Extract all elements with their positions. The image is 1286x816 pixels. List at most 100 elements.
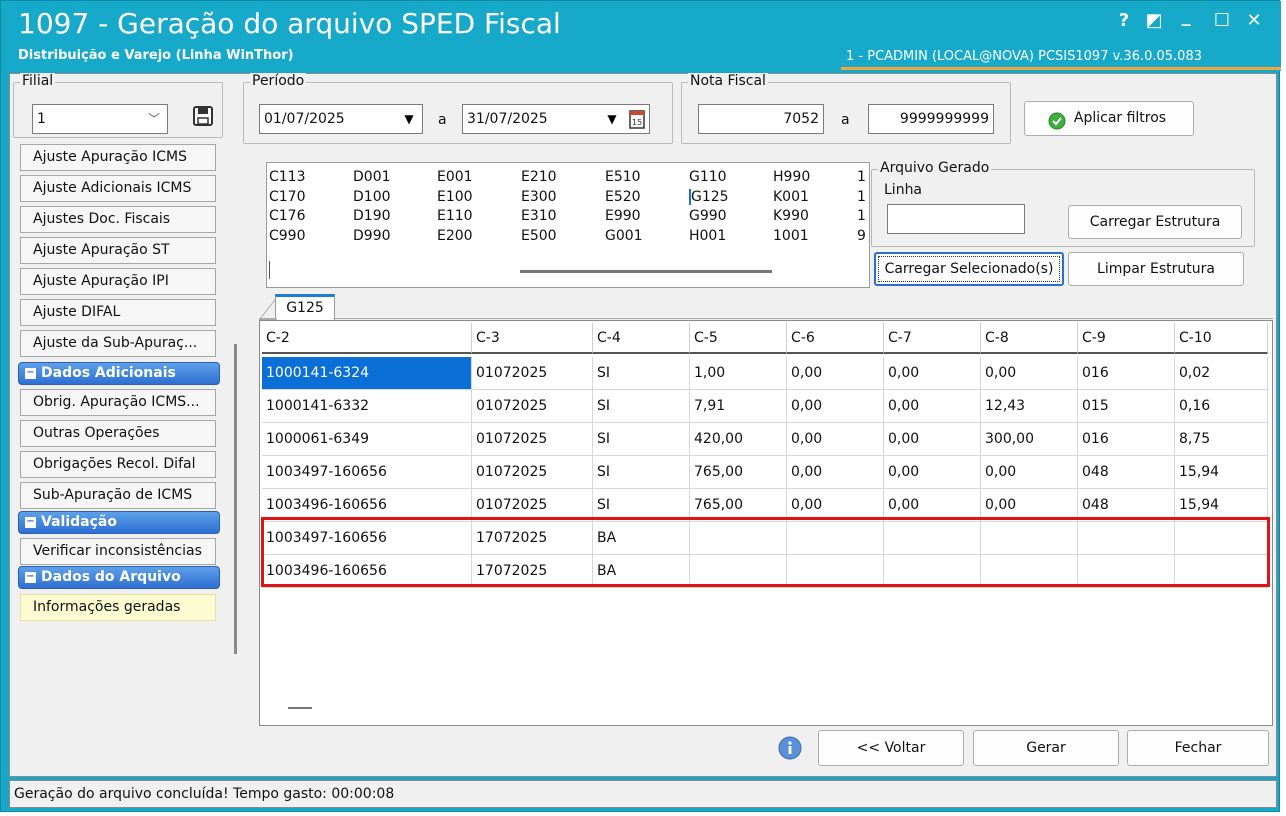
sidebar-item[interactable]: Ajuste DIFAL xyxy=(20,299,216,326)
periodo-to-input[interactable]: 31/07/2025 ▼ 15 xyxy=(462,104,650,134)
register-code[interactable]: C170 xyxy=(269,189,306,205)
dropdown-arrow-icon[interactable]: ▼ xyxy=(601,107,623,131)
register-code[interactable]: 9 xyxy=(857,228,866,244)
register-code[interactable]: C990 xyxy=(269,228,306,244)
register-code[interactable]: E110 xyxy=(437,208,473,224)
grid-cell[interactable]: 0,00 xyxy=(884,423,981,456)
grid-cell[interactable]: SI xyxy=(593,423,690,456)
register-code[interactable]: E510 xyxy=(605,169,641,185)
grid-cell[interactable]: 7,91 xyxy=(690,390,787,423)
grid-cell[interactable]: 0,16 xyxy=(1175,390,1268,423)
register-code[interactable]: E210 xyxy=(521,169,557,185)
register-code[interactable]: C113 xyxy=(269,169,306,185)
grid-cell[interactable]: 0,00 xyxy=(787,357,884,390)
collapse-icon[interactable]: − xyxy=(25,367,36,379)
chevron-down-icon[interactable]: ﹀ xyxy=(143,107,165,131)
collapse-icon[interactable]: − xyxy=(25,516,36,528)
register-code[interactable]: E520 xyxy=(605,189,641,205)
collapse-icon[interactable]: − xyxy=(25,571,36,583)
sidebar-scrollbar[interactable] xyxy=(234,344,237,654)
minimize-icon[interactable]: _ xyxy=(1171,3,1201,31)
info-icon[interactable] xyxy=(778,736,804,762)
register-code[interactable]: H990 xyxy=(773,169,810,185)
register-list[interactable]: C113 C170 C176 C990 D001 D100 D190 D990 E001 E100… xyxy=(266,162,870,288)
register-code[interactable]: K001 xyxy=(773,189,809,205)
grid-cell[interactable]: 12,43 xyxy=(981,390,1078,423)
register-code[interactable]: D990 xyxy=(353,228,391,244)
carregar-estrutura-button[interactable]: Carregar Estrutura xyxy=(1068,205,1242,239)
register-list-scrollbar[interactable] xyxy=(520,270,772,273)
filial-select[interactable]: 1 ﹀ xyxy=(32,104,168,134)
grid-column-header[interactable]: C-3 xyxy=(472,323,593,354)
grid-cell[interactable]: 765,00 xyxy=(690,456,787,489)
register-code[interactable]: E001 xyxy=(437,169,473,185)
grid-cell[interactable]: 016 xyxy=(1078,423,1175,456)
grid-cell[interactable]: 0,02 xyxy=(1175,357,1268,390)
close-icon[interactable]: ✕ xyxy=(1239,7,1269,35)
grid-cell[interactable]: 0,00 xyxy=(787,423,884,456)
periodo-from-input[interactable]: 01/07/2025 ▼ xyxy=(259,104,423,134)
grid-cell[interactable]: 8,75 xyxy=(1175,423,1268,456)
grid-scroll-indicator[interactable] xyxy=(288,707,312,709)
grid-column-header[interactable]: C-7 xyxy=(884,323,981,354)
register-code[interactable]: E990 xyxy=(605,208,641,224)
grid-cell[interactable]: 0,00 xyxy=(981,357,1078,390)
register-code[interactable]: C176 xyxy=(269,208,306,224)
register-code[interactable]: D190 xyxy=(353,208,391,224)
grid-cell[interactable]: 420,00 xyxy=(690,423,787,456)
grid-cell[interactable]: 0,00 xyxy=(787,390,884,423)
sidebar-item[interactable]: Ajuste Apuração IPI xyxy=(20,268,216,295)
section-dados-adicionais[interactable]: − Dados Adicionais xyxy=(18,362,220,385)
register-code[interactable]: G001 xyxy=(605,228,643,244)
sidebar-item[interactable]: Informações geradas xyxy=(20,594,216,621)
grid-column-header[interactable]: C-2 xyxy=(262,323,472,354)
limpar-estrutura-button[interactable]: Limpar Estrutura xyxy=(1068,252,1244,286)
aplicar-filtros-button[interactable]: Aplicar filtros xyxy=(1024,101,1194,136)
register-code[interactable]: E300 xyxy=(521,189,557,205)
register-code[interactable]: 1 xyxy=(857,169,866,185)
grid-cell[interactable]: 016 xyxy=(1078,357,1175,390)
register-code[interactable]: E500 xyxy=(521,228,557,244)
grid-column-header[interactable]: C-6 xyxy=(787,323,884,354)
grid-column-header[interactable]: C-9 xyxy=(1078,323,1175,354)
section-validacao[interactable]: − Validação xyxy=(18,511,220,534)
grid-cell[interactable]: SI xyxy=(593,456,690,489)
grid-column-header[interactable]: C-8 xyxy=(981,323,1078,354)
register-code[interactable]: D001 xyxy=(353,169,391,185)
sidebar-item[interactable]: Ajuste Apuração ST xyxy=(20,237,216,264)
dropdown-arrow-icon[interactable]: ▼ xyxy=(398,107,420,131)
grid-cell[interactable]: 01072025 xyxy=(472,357,593,390)
linha-input[interactable] xyxy=(887,204,1025,234)
register-code[interactable]: 1 xyxy=(857,208,866,224)
grid-cell[interactable]: 1000141-6324 xyxy=(262,357,472,390)
grid-cell[interactable]: 1,00 xyxy=(690,357,787,390)
carregar-selecionados-button[interactable]: Carregar Selecionado(s) xyxy=(874,252,1064,286)
register-code[interactable]: E100 xyxy=(437,189,473,205)
grid-cell[interactable]: 01072025 xyxy=(472,456,593,489)
register-code[interactable]: E310 xyxy=(521,208,557,224)
register-code[interactable]: H001 xyxy=(689,228,726,244)
save-icon[interactable] xyxy=(190,105,216,133)
calendar-icon[interactable]: 15 xyxy=(628,108,646,140)
grid-cell[interactable]: SI xyxy=(593,357,690,390)
register-code[interactable]: G110 xyxy=(689,169,727,185)
grid-cell[interactable]: 1000061-6349 xyxy=(262,423,472,456)
grid-column-header[interactable]: C-10 xyxy=(1175,323,1268,354)
grid-cell[interactable]: 048 xyxy=(1078,456,1175,489)
grid-cell[interactable]: 1000141-6332 xyxy=(262,390,472,423)
sidebar-item[interactable]: Obrig. Apuração ICMS... xyxy=(20,389,216,416)
fechar-button[interactable]: Fechar xyxy=(1127,730,1269,766)
grid-column-header[interactable]: C-5 xyxy=(690,323,787,354)
register-code[interactable]: K990 xyxy=(773,208,809,224)
sidebar-item[interactable]: Ajuste da Sub-Apuraç... xyxy=(20,330,216,357)
gerar-button[interactable]: Gerar xyxy=(973,730,1119,766)
sidebar-item[interactable]: Obrigações Recol. Difal xyxy=(20,451,216,478)
grid-cell[interactable]: 0,00 xyxy=(884,357,981,390)
grid-cell[interactable]: 0,00 xyxy=(981,456,1078,489)
restore-alt-icon[interactable]: ◩ xyxy=(1139,7,1169,35)
grid-cell[interactable]: 015 xyxy=(1078,390,1175,423)
nota-fiscal-from-input[interactable]: 7052 xyxy=(698,104,824,134)
title-bar[interactable]: 1097 - Geração do arquivo SPED Fiscal Di… xyxy=(1,1,1281,71)
section-dados-arquivo[interactable]: − Dados do Arquivo xyxy=(18,566,220,589)
register-code[interactable]: G125 xyxy=(689,188,729,205)
